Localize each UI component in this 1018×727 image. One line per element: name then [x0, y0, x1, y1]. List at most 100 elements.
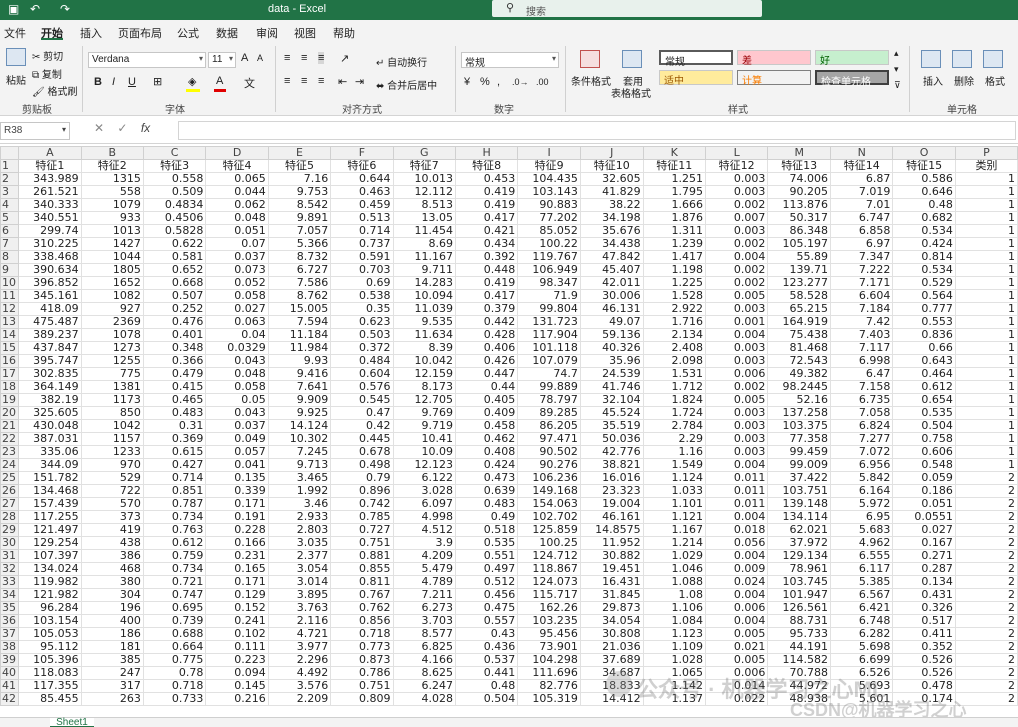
data-cell[interactable]: 1082: [80, 289, 144, 303]
data-cell[interactable]: 10.302: [267, 432, 332, 446]
data-cell[interactable]: 90.276: [517, 458, 581, 472]
data-cell[interactable]: 35.96: [579, 354, 644, 368]
data-cell[interactable]: 0.484: [330, 354, 394, 368]
fill-color-icon[interactable]: ◈: [188, 75, 196, 88]
data-cell[interactable]: 0.44: [454, 380, 519, 394]
row-header[interactable]: 40: [0, 666, 19, 680]
data-cell[interactable]: 261.521: [18, 185, 82, 199]
data-cell[interactable]: 7.594: [267, 315, 332, 329]
column-header-f[interactable]: F: [330, 146, 394, 160]
data-cell[interactable]: 9.535: [392, 315, 457, 329]
data-cell[interactable]: 2: [954, 640, 1018, 654]
data-cell[interactable]: 0.643: [892, 354, 956, 368]
data-cell[interactable]: 0.606: [892, 445, 956, 459]
data-cell[interactable]: 2: [954, 575, 1018, 589]
data-cell[interactable]: 1: [954, 419, 1018, 433]
redo-icon[interactable]: ↷: [60, 2, 70, 16]
data-cell[interactable]: 90.883: [517, 198, 581, 212]
style-bad[interactable]: 差: [737, 50, 811, 67]
data-cell[interactable]: 114.582: [767, 653, 832, 667]
data-cell[interactable]: 104.298: [517, 653, 581, 667]
data-cell[interactable]: 8.513: [392, 198, 457, 212]
data-cell[interactable]: 0.094: [205, 666, 269, 680]
data-cell[interactable]: 8.762: [267, 289, 332, 303]
data-cell[interactable]: 1: [954, 263, 1018, 277]
data-cell[interactable]: 8.577: [392, 627, 457, 641]
data-cell[interactable]: 6.858: [830, 224, 894, 238]
column-header-i[interactable]: I: [517, 146, 581, 160]
data-cell[interactable]: 2.209: [267, 692, 332, 706]
data-cell[interactable]: 85.455: [18, 692, 82, 706]
formula-input[interactable]: [178, 121, 1016, 140]
data-cell[interactable]: 6.825: [392, 640, 457, 654]
row-header[interactable]: 11: [0, 289, 19, 303]
data-cell[interactable]: 6.247: [392, 679, 457, 693]
underline-button[interactable]: U: [128, 76, 136, 88]
data-cell[interactable]: 72.543: [767, 354, 832, 368]
tab-review[interactable]: 审阅: [256, 25, 278, 41]
row-header[interactable]: 8: [0, 250, 19, 264]
data-cell[interactable]: 0.436: [454, 640, 519, 654]
data-cell[interactable]: 0.408: [454, 445, 519, 459]
data-cell[interactable]: 0.49: [454, 510, 519, 524]
data-cell[interactable]: 10.042: [392, 354, 457, 368]
data-cell[interactable]: 0.056: [704, 536, 769, 550]
data-cell[interactable]: 73.901: [517, 640, 581, 654]
data-cell[interactable]: 12.159: [392, 367, 457, 381]
data-cell[interactable]: 1.029: [642, 549, 706, 563]
data-cell[interactable]: 0.428: [454, 328, 519, 342]
data-cell[interactable]: 31.845: [579, 588, 644, 602]
data-cell[interactable]: 1173: [80, 393, 144, 407]
style-calculation[interactable]: 计算: [737, 70, 811, 87]
row-header[interactable]: 26: [0, 484, 19, 498]
row-header[interactable]: 14: [0, 328, 19, 342]
header-cell[interactable]: 类别: [954, 159, 1018, 173]
data-cell[interactable]: 1044: [80, 250, 144, 264]
data-cell[interactable]: 0.427: [142, 458, 207, 472]
insert-cells-button[interactable]: 插入: [923, 73, 943, 88]
row-header[interactable]: 38: [0, 640, 19, 654]
currency-icon[interactable]: ¥: [464, 76, 470, 88]
header-cell[interactable]: 特征9: [517, 159, 581, 173]
data-cell[interactable]: 4.998: [392, 510, 457, 524]
data-cell[interactable]: 0.557: [454, 614, 519, 628]
data-cell[interactable]: 0.448: [454, 263, 519, 277]
row-header[interactable]: 42: [0, 692, 19, 706]
column-header-m[interactable]: M: [767, 146, 832, 160]
data-cell[interactable]: 0.003: [704, 172, 769, 186]
data-cell[interactable]: 1.16: [642, 445, 706, 459]
data-cell[interactable]: 0.747: [142, 588, 207, 602]
data-cell[interactable]: 0.406: [454, 341, 519, 355]
data-cell[interactable]: 0.734: [142, 510, 207, 524]
data-cell[interactable]: 0.401: [142, 328, 207, 342]
data-cell[interactable]: 0.777: [892, 302, 956, 316]
data-cell[interactable]: 6.421: [830, 601, 894, 615]
header-cell[interactable]: 特征5: [267, 159, 332, 173]
data-cell[interactable]: 0.167: [892, 536, 956, 550]
data-cell[interactable]: 263: [80, 692, 144, 706]
data-cell[interactable]: 0.166: [205, 536, 269, 550]
data-cell[interactable]: 49.07: [579, 315, 644, 329]
increase-decimal-icon[interactable]: .0→: [512, 77, 529, 87]
data-cell[interactable]: 0.714: [142, 471, 207, 485]
data-cell[interactable]: 30.882: [579, 549, 644, 563]
data-cell[interactable]: 1.716: [642, 315, 706, 329]
data-cell[interactable]: 139.71: [767, 263, 832, 277]
data-cell[interactable]: 558: [80, 185, 144, 199]
decrease-indent-icon[interactable]: ⇤: [338, 75, 347, 88]
header-cell[interactable]: 特征1: [18, 159, 82, 173]
data-cell[interactable]: 1: [954, 237, 1018, 251]
data-cell[interactable]: 1.225: [642, 276, 706, 290]
data-cell[interactable]: 0.475: [454, 601, 519, 615]
data-cell[interactable]: 111.696: [517, 666, 581, 680]
data-cell[interactable]: 100.22: [517, 237, 581, 251]
data-cell[interactable]: 1: [954, 380, 1018, 394]
format-cells-button[interactable]: 格式: [985, 73, 1005, 88]
data-cell[interactable]: 3.9: [392, 536, 457, 550]
data-cell[interactable]: 0.048: [205, 367, 269, 381]
data-cell[interactable]: 2: [954, 601, 1018, 615]
data-cell[interactable]: 970: [80, 458, 144, 472]
data-cell[interactable]: 38.22: [579, 198, 644, 212]
row-header[interactable]: 3: [0, 185, 19, 199]
data-cell[interactable]: 88.731: [767, 614, 832, 628]
